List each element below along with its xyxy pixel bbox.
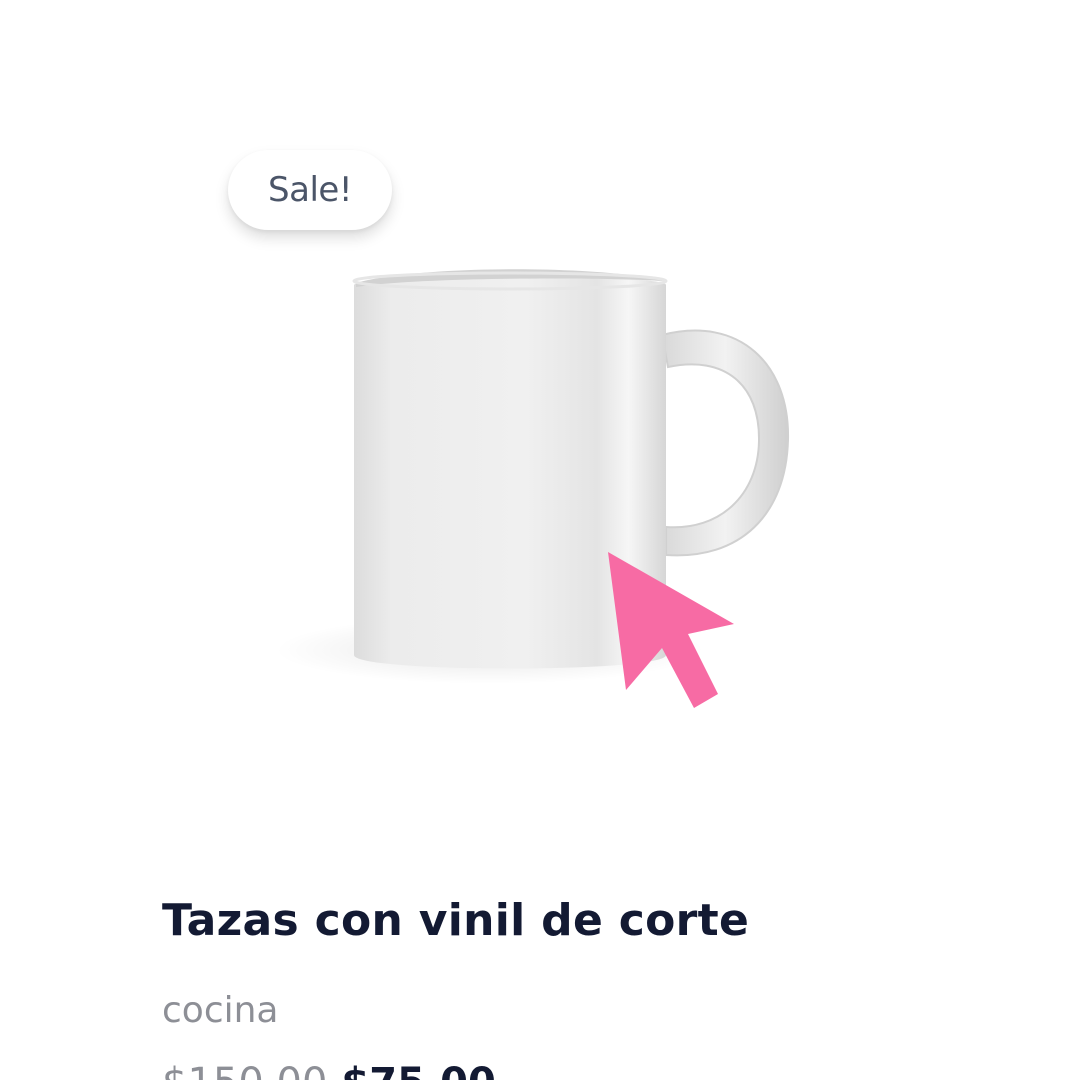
- mug-handle: [660, 329, 790, 557]
- price-row: $150.00 $75.00: [162, 1060, 496, 1080]
- regular-price: $150.00: [162, 1060, 327, 1080]
- sale-badge: Sale!: [228, 150, 392, 230]
- product-title[interactable]: Tazas con vinil de corte: [162, 895, 749, 946]
- page: Sale! Tazas con vinil de corte cocina: [0, 0, 1080, 1080]
- mug-body: [354, 276, 666, 669]
- sale-price: $75.00: [341, 1060, 495, 1080]
- product-category-link[interactable]: cocina: [162, 990, 279, 1031]
- sale-badge-label: Sale!: [268, 170, 352, 210]
- product-image[interactable]: [270, 255, 810, 695]
- product-card: Sale! Tazas con vinil de corte cocina: [0, 0, 1080, 1080]
